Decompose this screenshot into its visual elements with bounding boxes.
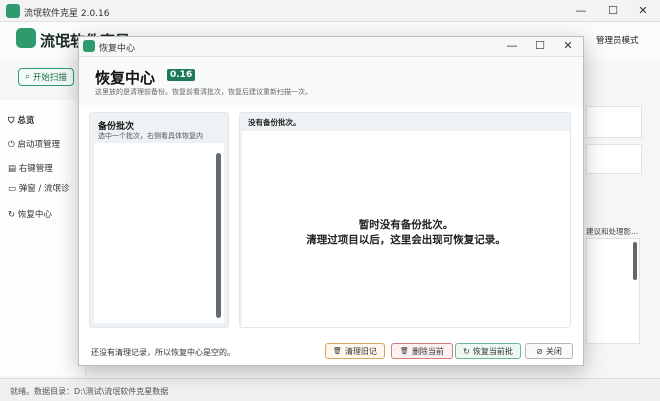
document-icon: ▤: [8, 164, 17, 174]
start-scan-label: 开始扫描: [32, 73, 67, 83]
detail-header: 没有备份批次。: [248, 118, 301, 127]
dialog-window-title: 恢复中心: [99, 44, 136, 54]
clean-old-label: 清理旧记: [344, 346, 377, 356]
sidebar-item-overview[interactable]: ⛉ 总览: [8, 114, 34, 126]
batch-detail-panel: 没有备份批次。 暂时没有备份批次。 清理过项目以后，这里会出现可恢复记录。: [239, 112, 571, 328]
window-icon: ▭: [8, 184, 17, 194]
trash-icon: 🗑: [333, 347, 342, 355]
batches-list[interactable]: [94, 143, 224, 323]
batches-scrollbar[interactable]: [216, 153, 221, 318]
clean-old-button[interactable]: 🗑 清理旧记: [325, 343, 385, 359]
power-icon: ⏻: [8, 140, 15, 150]
main-window: 流氓软件克星 2.0.16 — ☐ ✕ 流氓软件克星 管理员模式 ⌕ 开始扫描 …: [0, 0, 660, 401]
maximize-icon[interactable]: ☐: [598, 4, 628, 17]
dialog-minimize-icon[interactable]: —: [497, 39, 527, 52]
close-icon[interactable]: ✕: [628, 4, 658, 17]
minimize-icon[interactable]: —: [566, 4, 596, 17]
restore-current-button[interactable]: ↻ 恢复当前批: [455, 343, 521, 359]
main-titlebar: 流氓软件克星 2.0.16 — ☐ ✕: [0, 0, 660, 22]
bg-list: [586, 238, 640, 344]
status-text: 就绪。数据目录：D:\测试\流氓软件克星数据: [10, 387, 169, 396]
dialog-titlebar: 恢复中心 — ☐ ✕: [79, 37, 583, 57]
dialog-app-icon: [83, 40, 95, 52]
footer-text: 还没有清理记录，所以恢复中心是空的。: [91, 348, 235, 357]
dialog-maximize-icon[interactable]: ☐: [525, 39, 555, 52]
shield-icon: ⛉: [8, 116, 15, 126]
batches-hint: 选中一个批次，右侧看具体恢复内: [98, 132, 203, 140]
version-badge: 0.16: [167, 69, 196, 81]
sidebar-item-label: 总览: [17, 116, 35, 126]
close-button[interactable]: ⊘ 关闭: [525, 343, 573, 359]
sidebar-item-label: 弹窗 / 流氓诊: [18, 184, 70, 194]
dialog-header: 恢复中心 0.16 这里放的是清理前备份。恢复前看清批次，恢复后建议重新扫描一次…: [79, 57, 583, 107]
empty-line-1: 暂时没有备份批次。: [358, 219, 454, 231]
restore-icon: ↻: [463, 346, 470, 356]
dialog-subtitle: 这里放的是清理前备份。恢复前看清批次，恢复后建议重新扫描一次。: [95, 88, 312, 96]
app-icon: [6, 4, 20, 18]
trash-icon: 🗑: [400, 347, 409, 355]
sidebar-item-startup[interactable]: ⏻ 启动项管理: [8, 138, 60, 150]
batches-panel: 备份批次 选中一个批次，右侧看具体恢复内: [89, 112, 229, 328]
logo-icon: [16, 28, 36, 48]
restore-current-label: 恢复当前批: [472, 346, 513, 356]
bg-card: [586, 144, 642, 174]
sidebar-item-label: 恢复中心: [17, 210, 52, 220]
bg-card: [586, 106, 642, 138]
detail-content: 暂时没有备份批次。 清理过项目以后，这里会出现可恢复记录。: [242, 131, 570, 327]
delete-current-button[interactable]: 🗑 删除当前: [391, 343, 453, 359]
start-scan-button[interactable]: ⌕ 开始扫描: [18, 68, 74, 86]
restore-icon: ↻: [8, 210, 16, 220]
close-circle-icon: ⊘: [536, 346, 543, 356]
close-label: 关闭: [545, 346, 562, 356]
bg-scrollbar[interactable]: [633, 242, 637, 280]
sidebar-item-popup[interactable]: ▭ 弹窗 / 流氓诊: [8, 182, 70, 194]
empty-line-2: 清理过项目以后，这里会出现可恢复记录。: [306, 234, 506, 246]
status-bar: 就绪。数据目录：D:\测试\流氓软件克星数据: [0, 378, 660, 401]
app-title: 流氓软件克星 2.0.16: [24, 9, 110, 19]
sidebar-item-restore[interactable]: ↻ 恢复中心: [8, 208, 52, 220]
sidebar-item-label: 启动项管理: [17, 140, 60, 150]
search-icon: ⌕: [25, 72, 30, 82]
sidebar-item-context-menu[interactable]: ▤ 右键管理: [8, 162, 53, 174]
restore-dialog: 恢复中心 — ☐ ✕ 恢复中心 0.16 这里放的是清理前备份。恢复前看清批次，…: [78, 36, 584, 366]
sidebar-item-label: 右键管理: [18, 164, 53, 174]
bg-peek-text: 建议和处理影...: [586, 227, 639, 236]
admin-mode-label: 管理员模式: [596, 36, 639, 46]
sidebar: ⛉ 总览 ⏻ 启动项管理 ▤ 右键管理 ▭ 弹窗 / 流氓诊 ↻ 恢复中心: [0, 100, 86, 376]
dialog-heading: 恢复中心: [95, 69, 156, 87]
dialog-close-icon[interactable]: ✕: [553, 39, 583, 52]
delete-current-label: 删除当前: [411, 346, 444, 356]
